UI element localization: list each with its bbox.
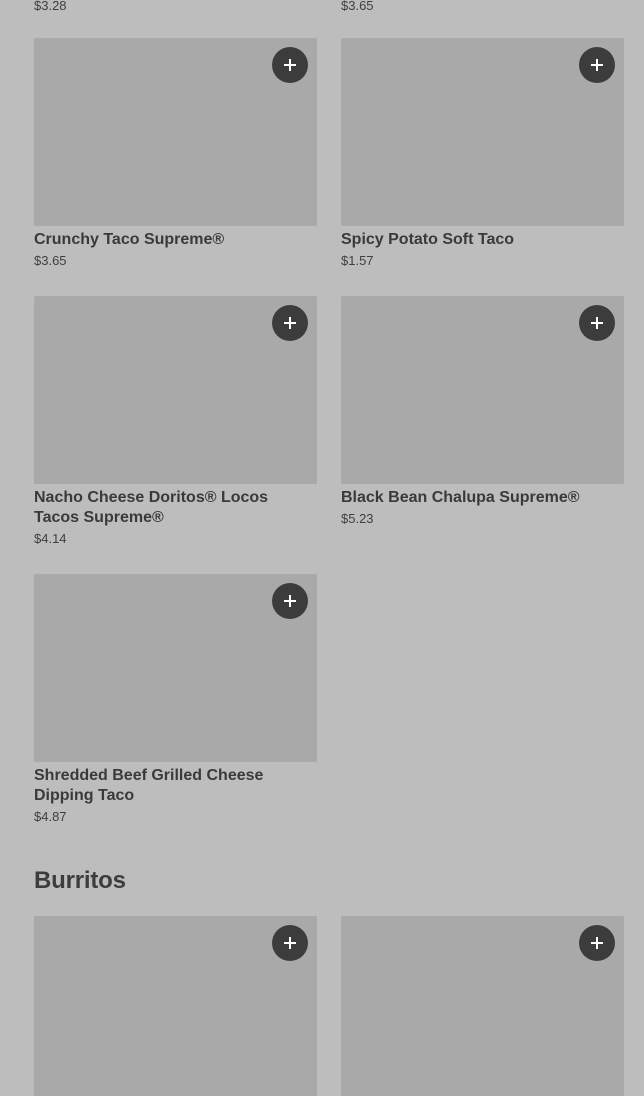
item-price: $3.65 (341, 0, 374, 13)
item-name[interactable]: Shredded Beef Grilled Cheese Dipping Tac… (34, 766, 317, 806)
item-name[interactable]: Spicy Potato Soft Taco (341, 230, 624, 250)
item-image[interactable] (341, 296, 624, 484)
item-price: $4.14 (34, 531, 67, 546)
item-image[interactable] (341, 916, 624, 1096)
plus-icon (591, 317, 603, 329)
add-to-cart-button[interactable] (579, 47, 615, 83)
plus-icon (591, 937, 603, 949)
add-to-cart-button[interactable] (579, 305, 615, 341)
add-to-cart-button[interactable] (272, 583, 308, 619)
menu-page: $3.28 $3.65 Crunchy Taco Supreme® $3.65 … (0, 0, 644, 1096)
plus-icon (591, 59, 603, 71)
item-price: $3.65 (34, 253, 67, 268)
item-price: $1.57 (341, 253, 374, 268)
add-to-cart-button[interactable] (272, 925, 308, 961)
plus-icon (284, 317, 296, 329)
item-name[interactable]: Black Bean Chalupa Supreme® (341, 488, 624, 508)
plus-icon (284, 59, 296, 71)
menu-item-card[interactable]: Nacho Cheese Doritos® Locos Tacos Suprem… (34, 296, 317, 546)
item-image[interactable] (341, 38, 624, 226)
menu-item-card[interactable]: Shredded Beef Grilled Cheese Dipping Tac… (34, 574, 317, 824)
item-name[interactable]: Nacho Cheese Doritos® Locos Tacos Suprem… (34, 488, 317, 528)
item-price: $4.87 (34, 809, 67, 824)
item-name[interactable]: Crunchy Taco Supreme® (34, 230, 317, 250)
menu-item-card[interactable] (341, 916, 624, 1096)
item-image[interactable] (34, 38, 317, 226)
add-to-cart-button[interactable] (579, 925, 615, 961)
item-image[interactable] (34, 916, 317, 1096)
section-title-burritos: Burritos (34, 867, 126, 894)
menu-item-card[interactable]: Crunchy Taco Supreme® $3.65 (34, 38, 317, 268)
menu-item-card[interactable] (34, 916, 317, 1096)
item-price: $3.28 (34, 0, 67, 13)
menu-item-card[interactable]: Black Bean Chalupa Supreme® $5.23 (341, 296, 624, 526)
item-price: $5.23 (341, 511, 374, 526)
menu-item-card[interactable]: Spicy Potato Soft Taco $1.57 (341, 38, 624, 268)
plus-icon (284, 937, 296, 949)
plus-icon (284, 595, 296, 607)
add-to-cart-button[interactable] (272, 305, 308, 341)
item-image[interactable] (34, 574, 317, 762)
add-to-cart-button[interactable] (272, 47, 308, 83)
item-image[interactable] (34, 296, 317, 484)
